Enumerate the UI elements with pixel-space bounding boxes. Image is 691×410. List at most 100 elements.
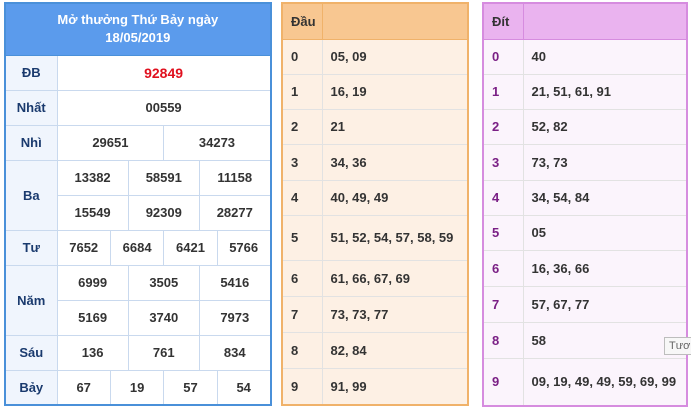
digit-index: 3: [282, 144, 323, 181]
digit-index: 1: [282, 74, 323, 110]
digit-index: 9: [483, 358, 524, 407]
prize-label: Nhì: [4, 124, 58, 161]
digit-index: 7: [483, 286, 524, 323]
digit-index: 6: [282, 260, 323, 297]
prize-value: 5766: [216, 229, 272, 266]
prize-value: 5416: [198, 264, 272, 301]
digit-index: 5: [483, 215, 524, 251]
head-row-4: 4 40, 49, 49: [282, 180, 468, 216]
head-row-6: 6 61, 66, 67, 69: [282, 260, 468, 297]
prize-row-nam: Năm 6999 3505 5416: [4, 264, 272, 336]
head-row-1: 1 16, 19: [282, 74, 468, 110]
tail-table-title: Đít: [483, 3, 524, 40]
prize-label: Sáu: [4, 334, 58, 371]
digit-index: 3: [483, 144, 524, 181]
head-table-header-blank: [322, 3, 468, 40]
head-row-9: 9 91, 99: [282, 368, 468, 406]
prize-value: 11158: [198, 159, 272, 196]
prize-row-sau: Sáu 136 761 834: [4, 334, 272, 371]
head-row-0: 0 05, 09: [282, 39, 468, 75]
prize-row-ba: Ba 13382 58591 11158: [4, 159, 272, 231]
digit-index: 2: [282, 109, 323, 145]
digit-values: 73, 73: [523, 144, 687, 181]
digit-index: 8: [483, 322, 524, 359]
digit-values: 58: [523, 322, 687, 359]
digit-index: 4: [282, 180, 323, 216]
tail-row-8: 8 58: [483, 322, 687, 359]
digit-index: 7: [282, 296, 323, 333]
tail-table-header-blank: [523, 3, 687, 40]
prize-row-nhat: Nhất 00559: [4, 89, 272, 126]
tail-row-4: 4 34, 54, 84: [483, 180, 687, 216]
tail-table-header: Đít: [483, 3, 687, 40]
prize-value: 15549: [56, 194, 129, 231]
digit-values: 21, 51, 61, 91: [523, 74, 687, 110]
digit-index: 0: [282, 39, 323, 75]
digit-index: 1: [483, 74, 524, 110]
prize-value: 3505: [127, 264, 200, 301]
results-title-line1: Mở thưởng Thứ Bảy ngày: [57, 12, 219, 28]
digit-index: 2: [483, 109, 524, 145]
prize-value: 67: [56, 369, 111, 406]
digit-values: 57, 67, 77: [523, 286, 687, 323]
digit-index: 5: [282, 215, 323, 261]
digit-values: 09, 19, 49, 49, 59, 69, 99: [523, 358, 687, 407]
tail-row-2: 2 52, 82: [483, 109, 687, 145]
tail-row-5: 5 05: [483, 215, 687, 251]
digit-values: 40: [523, 39, 687, 75]
prize-value: 6684: [109, 229, 165, 266]
prize-label: Bảy: [4, 369, 58, 406]
tail-digit-table: Đít 0 40 1 21, 51, 61, 91 2 52, 82 3 73, 73 4 34,…: [482, 2, 688, 407]
tail-row-9: 9 09, 19, 49, 49, 59, 69, 99: [483, 358, 687, 407]
prize-value: 7973: [198, 299, 272, 336]
prize-value: 6999: [56, 264, 129, 301]
prize-row-nhi: Nhì 29651 34273: [4, 124, 272, 161]
prize-value: 761: [127, 334, 200, 371]
digit-values: 82, 84: [322, 332, 468, 369]
prize-value: 7652: [56, 229, 111, 266]
prize-row-tu: Tư 7652 6684 6421 5766: [4, 229, 272, 266]
prize-label: ĐB: [4, 54, 58, 91]
digit-values: 16, 19: [322, 74, 468, 110]
digit-values: 40, 49, 49: [322, 180, 468, 216]
digit-index: 6: [483, 250, 524, 287]
tooltip: Tươ: [664, 337, 691, 355]
head-table-header: Đầu: [282, 3, 468, 40]
prize-value: 13382: [56, 159, 129, 196]
head-row-3: 3 34, 36: [282, 144, 468, 181]
prize-label: Nhất: [4, 89, 58, 126]
digit-values: 34, 54, 84: [523, 180, 687, 216]
digit-values: 61, 66, 67, 69: [322, 260, 468, 297]
digit-values: 05: [523, 215, 687, 251]
prize-value: 34273: [163, 124, 272, 161]
digit-values: 73, 73, 77: [322, 296, 468, 333]
digit-index: 4: [483, 180, 524, 216]
tail-row-1: 1 21, 51, 61, 91: [483, 74, 687, 110]
digit-index: 0: [483, 39, 524, 75]
head-digit-table: Đầu 0 05, 09 1 16, 19 2 21 3 34, 36 4 40, 49, 49 5…: [281, 2, 469, 406]
digit-values: 16, 36, 66: [523, 250, 687, 287]
digit-index: 9: [282, 368, 323, 406]
digit-index: 8: [282, 332, 323, 369]
lottery-results-table: Mở thưởng Thứ Bảy ngày 18/05/2019 ĐB 928…: [4, 2, 272, 406]
prize-label: Ba: [4, 159, 58, 231]
prize-value: 54: [216, 369, 272, 406]
prize-value: 58591: [127, 159, 200, 196]
head-row-7: 7 73, 73, 77: [282, 296, 468, 333]
prize-value: 6421: [163, 229, 218, 266]
digit-values: 91, 99: [322, 368, 468, 406]
prize-value: 57: [163, 369, 218, 406]
prize-value: 834: [198, 334, 272, 371]
digit-values: 52, 82: [523, 109, 687, 145]
prize-row-bay: Bảy 67 19 57 54: [4, 369, 272, 406]
prize-value: 92309: [127, 194, 200, 231]
digit-values: 21: [322, 109, 468, 145]
prize-value: 3740: [127, 299, 200, 336]
prize-value: 00559: [56, 89, 272, 126]
results-title: Mở thưởng Thứ Bảy ngày 18/05/2019: [4, 2, 272, 56]
prize-row-db: ĐB 92849: [4, 54, 272, 91]
tail-row-7: 7 57, 67, 77: [483, 286, 687, 323]
prize-label: Tư: [4, 229, 58, 266]
digit-values: 34, 36: [322, 144, 468, 181]
results-title-date: 18/05/2019: [105, 30, 171, 46]
